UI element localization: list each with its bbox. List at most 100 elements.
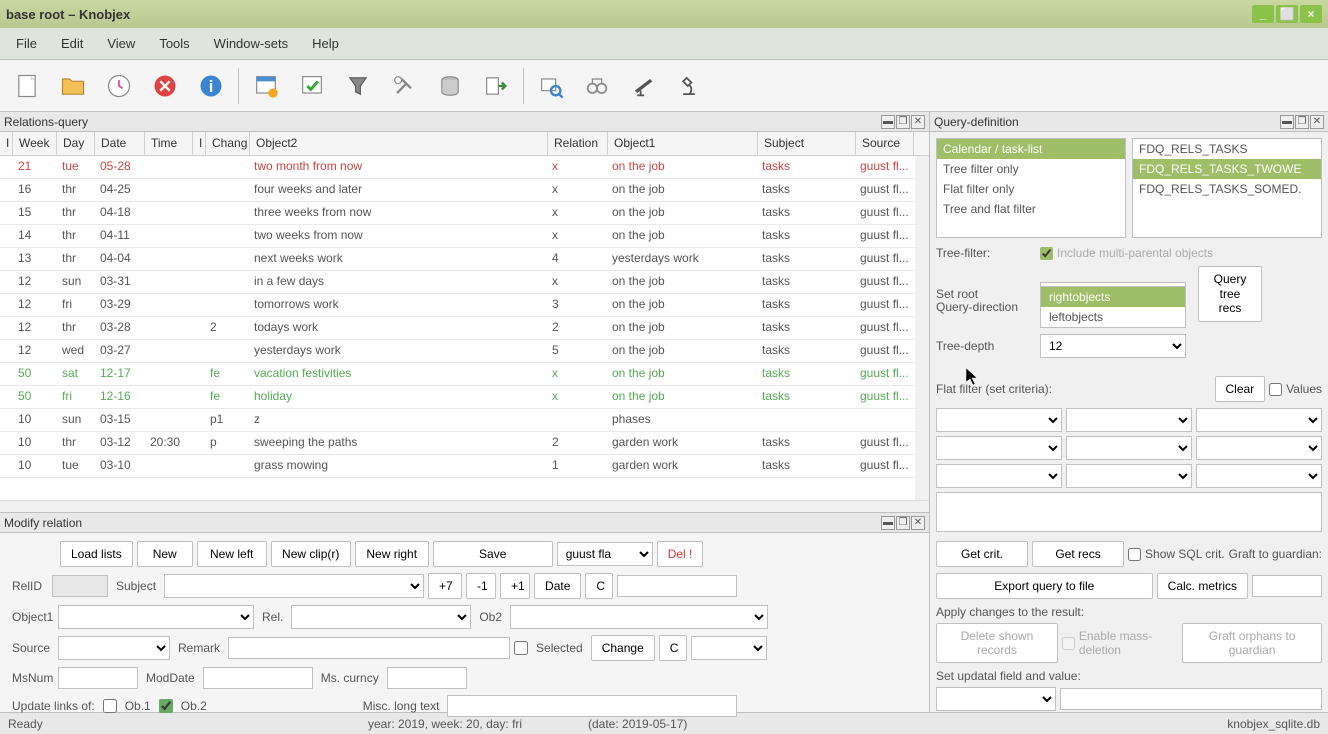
menu-file[interactable]: File: [4, 30, 49, 57]
panel-minimize-icon[interactable]: ▬: [1280, 115, 1294, 129]
check-icon[interactable]: [291, 65, 333, 107]
selected-checkbox[interactable]: [514, 641, 528, 655]
list-item[interactable]: Tree and flat filter: [937, 199, 1125, 219]
table-row[interactable]: 10sun03-15p1zphases: [0, 409, 929, 432]
calcmetrics-button[interactable]: Calc. metrics: [1157, 573, 1248, 599]
minimize-button[interactable]: _: [1252, 5, 1274, 23]
c-button[interactable]: C: [585, 573, 613, 599]
filter-select[interactable]: [1066, 464, 1192, 488]
telescope-icon[interactable]: [622, 65, 664, 107]
save-button[interactable]: Save: [433, 541, 553, 567]
col-date[interactable]: Date: [95, 132, 145, 155]
vertical-scrollbar[interactable]: [915, 156, 929, 500]
menu-help[interactable]: Help: [300, 30, 351, 57]
new-left-button[interactable]: New left: [197, 541, 267, 567]
list-item[interactable]: FDQ_RELS_TASKS_SOMED.: [1133, 179, 1321, 199]
microscope-icon[interactable]: [668, 65, 710, 107]
panel-restore-icon[interactable]: ❐: [1295, 115, 1309, 129]
list-item[interactable]: Calendar / task-list: [937, 139, 1125, 159]
new-file-icon[interactable]: [6, 65, 48, 107]
table-row[interactable]: 14thr04-11two weeks from nowxon the jobt…: [0, 225, 929, 248]
clock-icon[interactable]: [98, 65, 140, 107]
open-folder-icon[interactable]: [52, 65, 94, 107]
col-relation[interactable]: Relation: [548, 132, 608, 155]
plus1-button[interactable]: +1: [500, 573, 530, 599]
database-icon[interactable]: [429, 65, 471, 107]
updatal-value-input[interactable]: [1060, 688, 1322, 710]
change-button[interactable]: Change: [591, 635, 655, 661]
list-item[interactable]: FDQ_RELS_TASKS_TWOWE: [1133, 159, 1321, 179]
list-item[interactable]: Tree filter only: [937, 159, 1125, 179]
table-row[interactable]: 21tue05-28two month from nowxon the jobt…: [0, 156, 929, 179]
menu-view[interactable]: View: [95, 30, 147, 57]
funnel-icon[interactable]: [337, 65, 379, 107]
export-icon[interactable]: [475, 65, 517, 107]
tools-icon[interactable]: [383, 65, 425, 107]
panel-close-icon[interactable]: ✕: [911, 115, 925, 129]
remark-input[interactable]: [228, 637, 510, 659]
table-row[interactable]: 50sat12-17fevacation festivitiesxon the …: [0, 363, 929, 386]
change-select[interactable]: [691, 636, 767, 660]
ob2-select[interactable]: [510, 605, 768, 629]
filter-select[interactable]: [1066, 408, 1192, 432]
msnum-input[interactable]: [58, 667, 138, 689]
col-day[interactable]: Day: [57, 132, 95, 155]
filter-select[interactable]: [1196, 436, 1322, 460]
list-item[interactable]: leftobjects: [1041, 307, 1185, 327]
querydir-list[interactable]: rightobjectsleftobjects: [1040, 286, 1186, 328]
col-object1[interactable]: Object1: [608, 132, 758, 155]
filter-textarea[interactable]: [936, 492, 1322, 532]
list-item[interactable]: Flat filter only: [937, 179, 1125, 199]
table-row[interactable]: 12thr03-282todays work2on the jobtasksgu…: [0, 317, 929, 340]
include-multiparental-checkbox[interactable]: [1040, 247, 1053, 260]
col-subject[interactable]: Subject: [758, 132, 856, 155]
rel-select[interactable]: [291, 605, 471, 629]
ob2-checkbox[interactable]: [159, 699, 173, 713]
getcrit-button[interactable]: Get crit.: [936, 541, 1028, 567]
object1-select[interactable]: [58, 605, 254, 629]
table-row[interactable]: 13thr04-04next weeks work4yesterdays wor…: [0, 248, 929, 271]
updatal-field-select[interactable]: [936, 687, 1056, 711]
plus7-button[interactable]: +7: [428, 573, 462, 599]
tree-depth-select[interactable]: 12: [1040, 334, 1186, 358]
panel-restore-icon[interactable]: ❐: [896, 516, 910, 530]
export-button[interactable]: Export query to file: [936, 573, 1153, 599]
filter-select[interactable]: [1196, 464, 1322, 488]
col-i[interactable]: I: [0, 132, 13, 155]
col-object2[interactable]: Object2: [250, 132, 548, 155]
mscur-input[interactable]: [387, 667, 467, 689]
user-select[interactable]: guust fla: [557, 542, 653, 566]
col-time[interactable]: Time: [145, 132, 193, 155]
subject-select[interactable]: [164, 574, 424, 598]
list-item[interactable]: rightobjects: [1041, 287, 1185, 307]
del-button[interactable]: Del !: [657, 541, 704, 567]
list-item[interactable]: FDQ_RELS_TASKS: [1133, 139, 1321, 159]
table-row[interactable]: 50fri12-16feholidayxon the jobtasksguust…: [0, 386, 929, 409]
search-icon[interactable]: [530, 65, 572, 107]
values-checkbox[interactable]: [1269, 383, 1282, 396]
maximize-button[interactable]: ⬜: [1276, 5, 1298, 23]
col-i2[interactable]: I: [193, 132, 206, 155]
menu-edit[interactable]: Edit: [49, 30, 95, 57]
new-clip-button[interactable]: New clip(r): [271, 541, 351, 567]
filter-select[interactable]: [936, 408, 1062, 432]
load-lists-button[interactable]: Load lists: [60, 541, 133, 567]
getrecs-button[interactable]: Get recs: [1032, 541, 1124, 567]
cancel-icon[interactable]: [144, 65, 186, 107]
new-right-button[interactable]: New right: [355, 541, 429, 567]
panel-close-icon[interactable]: ✕: [911, 516, 925, 530]
close-button[interactable]: ×: [1300, 5, 1322, 23]
table-row[interactable]: 16thr04-25four weeks and laterxon the jo…: [0, 179, 929, 202]
col-chang[interactable]: Chang: [206, 132, 250, 155]
querydef-right-list[interactable]: FDQ_RELS_TASKSFDQ_RELS_TASKS_TWOWEFDQ_RE…: [1132, 138, 1322, 238]
table-row[interactable]: 12fri03-29tomorrows work3on the jobtasks…: [0, 294, 929, 317]
new-button[interactable]: New: [137, 541, 193, 567]
relations-grid[interactable]: I Week Day Date Time I Chang Object2 Rel…: [0, 132, 929, 500]
table-row[interactable]: 12sun03-31in a few daysxon the jobtasksg…: [0, 271, 929, 294]
horizontal-scrollbar[interactable]: [0, 500, 929, 512]
source-select[interactable]: [58, 636, 170, 660]
table-row[interactable]: 12wed03-27yesterdays work5on the jobtask…: [0, 340, 929, 363]
table-row[interactable]: 15thr04-18three weeks from nowxon the jo…: [0, 202, 929, 225]
date-button[interactable]: Date: [534, 573, 581, 599]
col-week[interactable]: Week: [13, 132, 57, 155]
